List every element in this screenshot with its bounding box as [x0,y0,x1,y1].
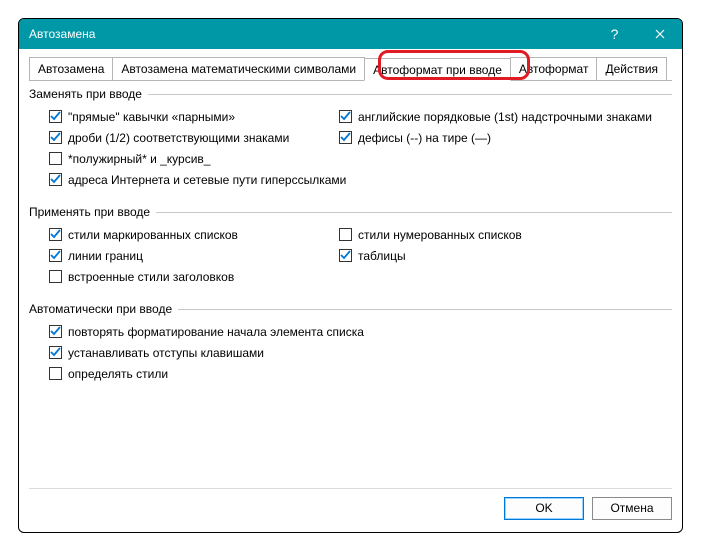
close-icon [655,29,665,39]
group-title-auto: Автоматически при вводе [29,302,172,316]
label-headings: встроенные стили заголовков [68,270,234,284]
close-button[interactable] [637,19,682,49]
tab-autoformat[interactable]: Автоформат [510,57,598,80]
label-define-styles: определять стили [68,367,168,381]
cancel-button[interactable]: Отмена [592,497,672,520]
checkbox-ordinals[interactable] [339,110,352,123]
group-divider [178,309,672,310]
checkbox-define-styles[interactable] [49,367,62,380]
label-tab-indent: устанавливать отступы клавишами [68,346,264,360]
checkbox-quotes[interactable] [49,110,62,123]
label-numbered: стили нумерованных списков [358,228,522,242]
checkbox-fractions[interactable] [49,131,62,144]
label-tables: таблицы [358,249,406,263]
dialog-window: Автозамена ? Автозамена Автозамена матем… [18,18,683,533]
button-row: OK Отмена [29,488,672,520]
tab-math-autocorrect[interactable]: Автозамена математическими символами [112,57,365,80]
label-borders: линии границ [68,249,143,263]
ok-button[interactable]: OK [504,497,584,520]
group-replace: Заменять при вводе "прямые" кавычки «пар… [29,87,672,191]
tab-autoformat-typing[interactable]: Автоформат при вводе [364,58,511,81]
checkbox-bold-italic[interactable] [49,152,62,165]
checkbox-repeat-format[interactable] [49,325,62,338]
group-auto: Автоматически при вводе повторять формат… [29,302,672,385]
label-hyphens: дефисы (--) на тире (—) [358,131,491,145]
checkbox-tables[interactable] [339,249,352,262]
group-divider [148,94,672,95]
dialog-title: Автозамена [29,27,592,41]
checkbox-tab-indent[interactable] [49,346,62,359]
checkbox-numbered[interactable] [339,228,352,241]
label-internet: адреса Интернета и сетевые пути гиперссы… [68,173,346,187]
tab-strip: Автозамена Автозамена математическими си… [29,57,672,81]
group-title-replace: Заменять при вводе [29,87,142,101]
label-quotes: "прямые" кавычки «парными» [68,110,235,124]
checkbox-internet[interactable] [49,173,62,186]
titlebar: Автозамена ? [19,19,682,49]
group-apply: Применять при вводе стили маркированных … [29,205,672,288]
label-ordinals: английские порядковые (1st) надстрочными… [358,110,652,124]
label-fractions: дроби (1/2) соответствующими знаками [68,131,289,145]
checkbox-borders[interactable] [49,249,62,262]
dialog-body: Автозамена Автозамена математическими си… [19,49,682,532]
checkbox-hyphens[interactable] [339,131,352,144]
label-bold-italic: *полужирный* и _курсив_ [68,152,210,166]
label-bullets: стили маркированных списков [68,228,238,242]
checkbox-bullets[interactable] [49,228,62,241]
label-repeat-format: повторять форматирование начала элемента… [68,325,364,339]
help-button[interactable]: ? [592,19,637,49]
checkbox-headings[interactable] [49,270,62,283]
tab-actions[interactable]: Действия [596,57,667,80]
group-title-apply: Применять при вводе [29,205,150,219]
tab-autocorrect[interactable]: Автозамена [29,57,113,80]
content-area: Заменять при вводе "прямые" кавычки «пар… [29,87,672,488]
group-divider [156,212,672,213]
